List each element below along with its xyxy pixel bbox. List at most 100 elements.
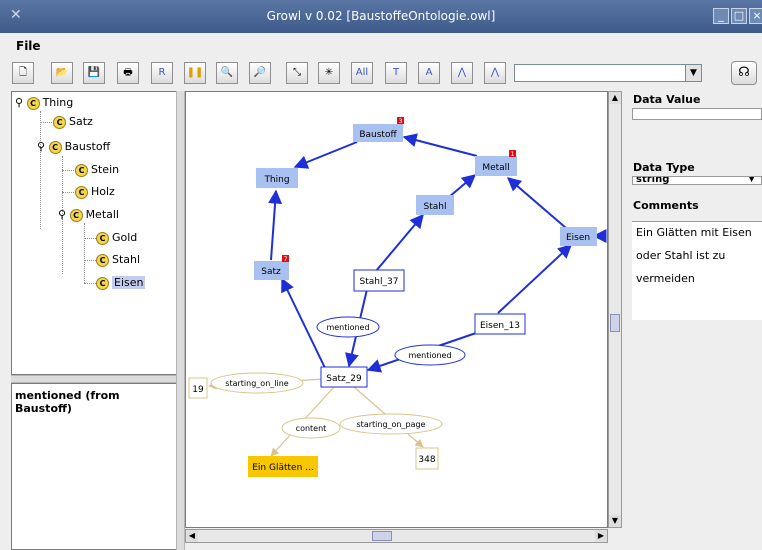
b-button-icon[interactable]: R	[151, 62, 173, 84]
chevron-down-icon[interactable]: ▼	[748, 177, 755, 184]
close-button[interactable]: ×	[749, 8, 762, 24]
node-value-348[interactable]: 348	[415, 447, 439, 470]
comment-line: oder Stahl ist zu	[636, 249, 726, 262]
scroll-right-icon[interactable]: ▶	[595, 530, 607, 542]
node-label: Stahl	[424, 202, 447, 212]
class-icon: C	[26, 96, 40, 110]
layout-icon[interactable]: ✳	[318, 62, 340, 84]
tree-item-stahl[interactable]: C Stahl	[96, 251, 140, 269]
node-label: Metall	[482, 163, 509, 173]
window-title: Growl v 0.02 [BaustoffeOntologie.owl]	[266, 9, 496, 23]
expand-toggle-icon[interactable]: ⚲	[15, 96, 23, 109]
new-icon[interactable]: 🗋	[12, 62, 34, 84]
edge-metall-baustoff	[402, 133, 478, 157]
scroll-left-icon[interactable]: ◀	[186, 530, 198, 542]
edge-label-content[interactable]: content	[281, 417, 341, 439]
vertical-scrollbar[interactable]: ▲ ▼	[608, 91, 622, 528]
all-button[interactable]: All	[351, 62, 373, 84]
minimize-button[interactable]: _	[713, 8, 729, 24]
expand-toggle-icon[interactable]: ⚲	[37, 140, 45, 153]
graph-canvas[interactable]: 3 Baustoff Thing 1 Metall Stahl Eisen 7 …	[185, 91, 608, 528]
node-label: Baustoff	[359, 130, 397, 140]
save-icon[interactable]: 💾	[83, 62, 105, 84]
scroll-thumb[interactable]	[372, 531, 392, 541]
hierarchy2-icon[interactable]: ⋀	[484, 62, 506, 84]
graph-svg[interactable]: 3 Baustoff Thing 1 Metall Stahl Eisen 7 …	[186, 92, 608, 528]
node-label: 19	[192, 385, 204, 395]
data-value-field[interactable]	[632, 108, 762, 120]
node-stahl[interactable]: Stahl	[416, 195, 454, 215]
data-type-label: Data Type	[633, 161, 695, 174]
class-icon: C	[48, 140, 62, 154]
edge-label: starting_on_page	[357, 420, 426, 429]
edge-label: starting_on_line	[225, 379, 288, 388]
owl-icon[interactable]: ☊	[731, 61, 757, 85]
fit-icon[interactable]: ⤡	[286, 62, 308, 84]
tree-guide	[84, 223, 85, 283]
scroll-up-icon[interactable]: ▲	[609, 92, 621, 104]
node-label: Ein Glätten ...	[252, 463, 313, 473]
hierarchy-icon[interactable]: ⋀	[451, 62, 473, 84]
scroll-down-icon[interactable]: ▼	[609, 515, 621, 527]
edge-label: mentioned	[408, 351, 451, 360]
data-type-select[interactable]: string ▼	[632, 176, 762, 185]
node-eisen13[interactable]: Eisen_13	[474, 313, 526, 335]
print-icon[interactable]: 🖶	[117, 62, 139, 84]
comment-line: Ein Glätten mit Eisen	[636, 226, 752, 239]
vertical-splitter[interactable]	[176, 91, 185, 550]
node-stahl37[interactable]: Stahl_37	[353, 269, 405, 292]
menu-file[interactable]: File	[16, 39, 41, 53]
edge-baustoff-thing	[293, 141, 358, 169]
tree-item-baustoff[interactable]: ⚲ C Baustoff	[37, 138, 110, 156]
horizontal-splitter[interactable]	[11, 375, 178, 383]
edge-satz-thing	[268, 189, 283, 261]
node-label: Satz_29	[326, 374, 362, 384]
class-icon: C	[96, 231, 109, 245]
horizontal-scrollbar[interactable]: ◀ ▶	[185, 529, 608, 543]
tree-guide	[62, 170, 76, 171]
node-thing[interactable]: Thing	[256, 168, 298, 188]
t-button-icon[interactable]: T	[385, 62, 407, 84]
node-eisen[interactable]: Eisen	[560, 227, 597, 246]
chevron-down-icon[interactable]: ▼	[685, 65, 701, 81]
edge-label-starting-on-line[interactable]: starting_on_line	[210, 372, 304, 394]
tree-item-satz[interactable]: C Satz	[53, 113, 93, 131]
tree-item-gold[interactable]: C Gold	[96, 229, 137, 247]
tree-item-holz[interactable]: C Holz	[75, 183, 115, 201]
comments-area[interactable]: Ein Glätten mit Eisen oder Stahl ist zu …	[632, 221, 762, 320]
data-value-label: Data Value	[633, 93, 701, 106]
node-metall[interactable]: 1 Metall	[475, 150, 517, 176]
scroll-thumb[interactable]	[610, 314, 620, 332]
pause-icon[interactable]: ❚❚	[184, 62, 206, 84]
node-content-value[interactable]: Ein Glätten ...	[248, 456, 318, 477]
node-label: Eisen	[566, 233, 590, 243]
comment-line: vermeiden	[636, 272, 695, 285]
tree-item-thing[interactable]: ⚲ C Thing	[15, 94, 73, 112]
property-title: mentioned (from Baustoff)	[15, 389, 120, 415]
node-label: 348	[418, 455, 435, 465]
edge-label: content	[296, 424, 327, 433]
zoom-out-icon[interactable]: 🔎	[249, 62, 271, 84]
a-button-icon[interactable]: A	[418, 62, 440, 84]
tree-item-metall[interactable]: ⚲ C Metall	[58, 206, 119, 224]
tree-guide	[40, 111, 41, 229]
node-baustoff[interactable]: 3 Baustoff	[353, 117, 404, 142]
tree-item-eisen[interactable]: C Eisen	[96, 274, 146, 292]
tree-guide	[40, 122, 54, 123]
class-icon: C	[75, 163, 88, 177]
edge-label-starting-on-page[interactable]: starting_on_page	[339, 413, 443, 435]
maximize-button[interactable]: □	[731, 8, 747, 24]
zoom-in-icon[interactable]: 🔍	[216, 62, 238, 84]
open-icon[interactable]: 📂	[51, 62, 73, 84]
title-bar: ✕ Growl v 0.02 [BaustoffeOntologie.owl] …	[0, 0, 762, 33]
node-satz29[interactable]: Satz_29	[320, 366, 368, 388]
class-icon: C	[53, 115, 66, 129]
search-combo[interactable]: ▼	[514, 64, 702, 82]
edge-label-mentioned-2[interactable]: mentioned	[394, 344, 466, 366]
node-label: Stahl_37	[360, 277, 399, 287]
class-tree: ⚲ C Thing C Satz ⚲ C Baustoff C Stein C Holz …	[11, 91, 178, 375]
node-value-19[interactable]: 19	[188, 377, 208, 399]
tree-item-stein[interactable]: C Stein	[75, 161, 119, 179]
expand-toggle-icon[interactable]: ⚲	[58, 208, 66, 221]
edge-label-mentioned-1[interactable]: mentioned	[316, 316, 380, 338]
